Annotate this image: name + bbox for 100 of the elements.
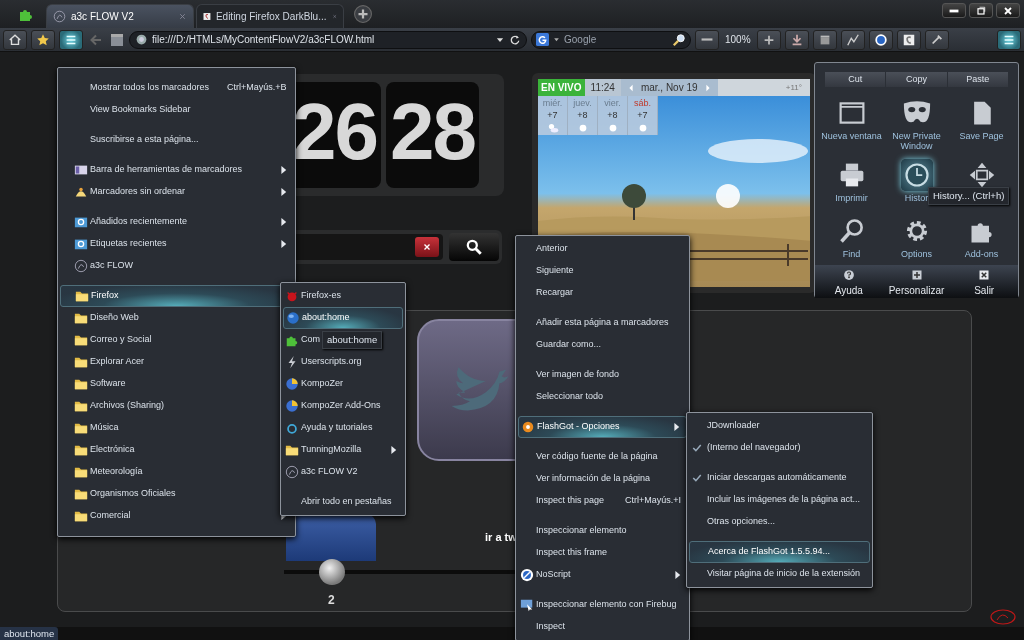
menu-item[interactable]: KompoZer [283, 373, 350, 395]
menu-item[interactable]: Abrir todo en pestañas [283, 491, 398, 513]
menu-item[interactable]: Visitar página de inicio de la extensión [689, 563, 866, 585]
dropdown-arrow-icon[interactable] [553, 36, 560, 43]
menu-item[interactable]: Ayuda y tutoriales [283, 417, 379, 439]
slider-thumb[interactable] [319, 559, 345, 585]
menu-tool-button[interactable]: Add-ons [949, 213, 1014, 265]
minimize-button[interactable] [942, 3, 966, 18]
menu-item[interactable]: Inspect [518, 616, 572, 638]
menu-item[interactable]: Ver imagen de fondo [518, 364, 626, 386]
toolbar-button[interactable] [3, 29, 27, 50]
download-button[interactable] [784, 29, 809, 50]
footer-button[interactable]: Personalizar [882, 265, 951, 298]
logo-icon [53, 10, 66, 23]
menu-item[interactable]: Etiquetas recientes [60, 233, 293, 255]
submenu-arrow-icon [389, 445, 397, 455]
menu-item[interactable]: Inspeccionar elemento con Firebug [518, 594, 683, 616]
search-button[interactable] [449, 233, 499, 261]
toolbar-button[interactable] [924, 29, 949, 50]
cursor-icon [520, 598, 534, 612]
reload-icon[interactable] [509, 33, 521, 46]
toolbar-button[interactable] [840, 29, 865, 50]
logo-icon [990, 609, 1016, 625]
toolbar-button[interactable] [31, 29, 55, 50]
toolbar-button[interactable] [59, 29, 83, 50]
menu-item[interactable]: Acerca de FlashGot 1.5.5.94... [689, 541, 870, 563]
close-button[interactable] [996, 3, 1020, 18]
menu-item[interactable]: Inspeccionar elemento [518, 520, 633, 542]
toolbar-button[interactable] [868, 29, 893, 50]
menu-item[interactable]: Ver código fuente de la página [518, 446, 664, 468]
edit-button[interactable]: Paste [947, 72, 1008, 87]
menu-item[interactable]: Inspect this page Ctrl+Mayús.+I [518, 490, 687, 512]
menu-item[interactable]: (Interno del navegador) [689, 437, 807, 459]
move-icon [967, 161, 996, 189]
menu-item[interactable]: Otras opciones... [689, 511, 782, 533]
menu-item[interactable]: Añadir esta página a marcadores [518, 312, 675, 334]
address-bar[interactable]: file:///D:/HTMLs/MyContentFlowV2/a3cFLOW.html [129, 30, 527, 49]
zoom-out-button[interactable] [695, 29, 719, 50]
menu-item[interactable]: Anterior [518, 238, 574, 260]
toolbar-icon [74, 163, 88, 177]
bug-icon [285, 289, 299, 303]
address-field[interactable]: file:///D:/HTMLs/MyContentFlowV2/a3cFLOW.html [152, 32, 491, 47]
history-tooltip: History... (Ctrl+h) [928, 187, 1010, 206]
menu-tool-button[interactable]: Nueva ventana [819, 95, 884, 153]
menu-item[interactable]: Iniciar descargas automáticamente [689, 467, 853, 489]
search-input[interactable]: Google [564, 32, 668, 47]
menu-item[interactable]: Recargar [518, 282, 579, 304]
toolbar-icon [873, 32, 888, 47]
window-icon [837, 99, 866, 127]
menu-item[interactable]: Inspect this frame [518, 542, 614, 564]
restore-button[interactable] [969, 3, 993, 18]
menu-item[interactable]: Siguiente [518, 260, 580, 282]
menu-item[interactable]: KompoZer Add-Ons [283, 395, 387, 417]
menu-item[interactable]: Userscripts.org [283, 351, 368, 373]
folder-icon [74, 311, 88, 325]
menu-tool-button[interactable]: Options [884, 213, 949, 265]
menu-item[interactable]: Ver información de la página [518, 468, 657, 490]
menu-item[interactable]: View Bookmarks Sidebar [60, 99, 197, 121]
menu-item[interactable]: JDownloader [689, 415, 766, 437]
browser-tab[interactable]: a3c FLOW V2 [46, 4, 194, 28]
toolbar-button[interactable] [812, 29, 837, 50]
search-field[interactable]: Google [531, 30, 691, 49]
help-icon [285, 421, 299, 435]
folder-icon [74, 487, 88, 501]
tile[interactable] [286, 514, 376, 561]
search-icon[interactable] [672, 32, 686, 47]
menu-item[interactable]: FlashGot - Opciones [518, 416, 687, 438]
edit-button[interactable]: Copy [886, 72, 947, 87]
link-tooltip: about:home [322, 331, 383, 350]
footer-button[interactable]: Salir [950, 265, 1018, 298]
menu-item[interactable]: Incluir las imágenes de la página act... [689, 489, 867, 511]
menu-item[interactable]: Suscribirse a esta página... [60, 129, 205, 151]
new-tab-button[interactable] [354, 5, 372, 23]
menu-item[interactable]: a3c FLOW V2 [283, 461, 364, 483]
menu-item[interactable]: Añadidos recientemente [60, 211, 293, 233]
menu-item[interactable]: TunningMozilla [283, 439, 403, 461]
menu-item[interactable]: about:home [283, 307, 403, 329]
edit-button[interactable]: Cut [825, 72, 886, 87]
menu-item[interactable]: Guardar como... [518, 334, 608, 356]
menu-item[interactable]: NoScript [518, 564, 687, 586]
menu-item[interactable]: a3c FLOW [60, 255, 139, 277]
footer-button[interactable]: Ayuda [815, 265, 883, 298]
clear-button[interactable] [415, 237, 439, 257]
browser-tab[interactable]: Editing Firefox DarkBlu... [196, 4, 344, 28]
menu-tool-button[interactable]: New Private Window [884, 95, 949, 153]
temperature-label: +11° [785, 81, 803, 94]
library-icon[interactable] [109, 31, 125, 48]
plus-icon [910, 269, 923, 281]
toolbar-button[interactable] [896, 29, 921, 50]
menu-tool-button[interactable]: Imprimir [819, 157, 884, 209]
menu-tool-button[interactable]: Save Page [949, 95, 1014, 153]
toolbar-icon [845, 32, 860, 47]
menu-tool-button[interactable]: Find [819, 213, 884, 265]
close-icon[interactable] [178, 12, 187, 21]
shortcut-label: Ctrl+Mayús.+B [227, 81, 287, 95]
menu-button[interactable] [997, 29, 1021, 50]
logo-icon [74, 259, 88, 273]
zoom-in-button[interactable] [756, 29, 781, 50]
menu-item[interactable]: Seleccionar todo [518, 386, 610, 408]
submenu-arrow-icon [278, 165, 287, 175]
